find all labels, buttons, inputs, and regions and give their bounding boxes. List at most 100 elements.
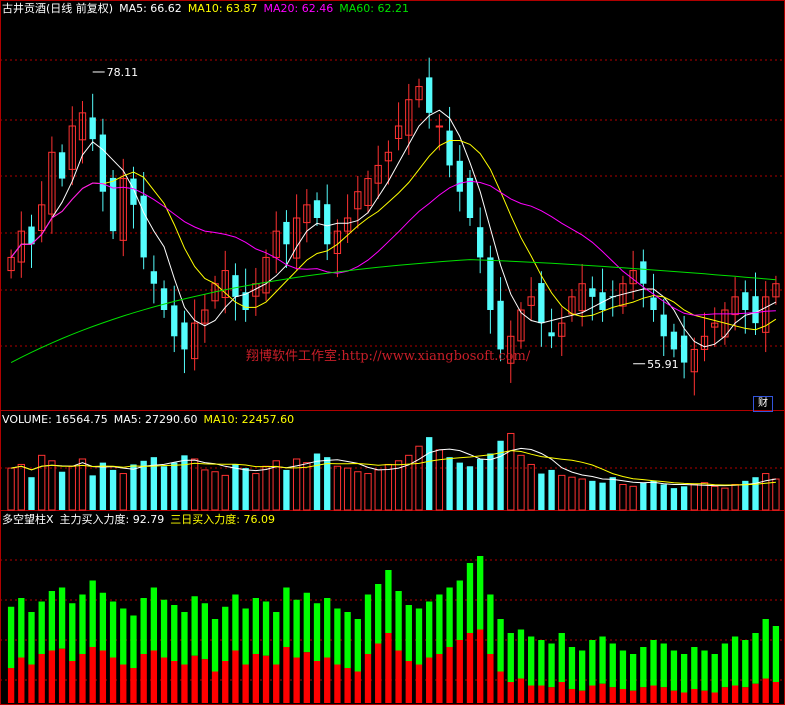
indicator-green-bar — [160, 599, 168, 658]
indicator-red-bar — [211, 671, 219, 703]
volume-header: VOLUME: 16564.75 MA5: 27290.60 MA10: 22457… — [2, 413, 300, 427]
volume-bar — [7, 467, 15, 511]
indicator-red-bar — [283, 647, 290, 703]
indicator-green-bar — [762, 619, 769, 679]
indicator-green-bar — [38, 601, 45, 654]
candle-body — [589, 288, 596, 297]
candle-body — [497, 300, 504, 350]
indicator-green-bar — [211, 619, 219, 672]
candle-body — [538, 283, 545, 324]
indicator-red-bar — [619, 689, 627, 703]
indicator-red-bar — [252, 654, 259, 703]
indicator-green-bar — [130, 615, 137, 668]
indicator-red-bar — [385, 633, 392, 703]
volume-bar — [38, 454, 46, 511]
indicator-green-bar — [354, 619, 361, 672]
indicator-green-bar — [731, 636, 739, 686]
indicator-green-bar — [334, 608, 341, 665]
indicator-red-bar — [680, 692, 688, 703]
indicator-green-bar — [140, 598, 147, 654]
indicator-green-bar — [721, 643, 729, 688]
indicator-red-bar — [28, 664, 35, 703]
candle-body — [640, 261, 647, 284]
volume-bar — [589, 480, 596, 510]
volume-bar — [680, 486, 688, 510]
indicator-green-bar — [242, 608, 249, 665]
volume-bar — [181, 455, 188, 510]
indicator-green-bar — [262, 601, 270, 656]
indicator-red-bar — [262, 655, 270, 703]
indicator-red-bar — [232, 650, 239, 703]
ma60-label: MA60: 62.21 — [339, 2, 409, 15]
volume-bar — [507, 432, 515, 511]
candle-body — [680, 335, 688, 363]
volume-bar — [354, 471, 362, 511]
indicator-green-bar — [568, 647, 576, 689]
volume-bar — [721, 487, 729, 511]
indicator-green-bar — [680, 654, 688, 693]
volume-bar — [343, 467, 352, 511]
indicator-red-bar — [731, 685, 739, 703]
indicator-red-bar — [477, 629, 484, 703]
indicator-green-bar — [191, 596, 198, 656]
indicator-red-bar — [130, 668, 137, 703]
volume-bar — [690, 483, 698, 511]
indicator-green-bar — [344, 612, 351, 668]
indicator-red-bar — [375, 643, 382, 703]
volume-bar — [578, 478, 586, 511]
volume-bar — [609, 477, 616, 510]
volume-bar — [303, 462, 311, 511]
indicator-red-bar — [7, 668, 15, 703]
indicator-red-bar — [222, 661, 229, 703]
indicator-green-bar — [303, 592, 310, 653]
indicator-green-bar — [181, 612, 188, 665]
finance-badge[interactable]: 财 — [753, 396, 773, 412]
candle-body — [446, 130, 453, 166]
indicator-red-bar — [293, 657, 300, 703]
volume-bar — [700, 482, 709, 511]
indicator-red-bar — [538, 685, 545, 703]
indicator-green-bar — [548, 643, 555, 688]
indicator-green-bar — [364, 594, 372, 654]
indicator-green-bar — [7, 606, 15, 668]
volume-bar — [731, 483, 739, 511]
candle-body — [232, 275, 239, 297]
indicator-red-bar — [721, 687, 729, 703]
volume-bar — [140, 460, 147, 510]
indicator-red-bar — [344, 668, 351, 703]
indicator-green-bar — [99, 592, 107, 651]
volume-bar — [466, 466, 474, 510]
volume-bar — [221, 474, 229, 511]
volume-bar — [619, 483, 627, 511]
volume-bar — [68, 465, 76, 511]
indicator-red-bar — [517, 678, 525, 703]
indicator-red-bar — [609, 687, 616, 703]
indicator-red-bar — [650, 685, 657, 703]
indicator-red-bar — [456, 640, 463, 703]
indicator-red-bar — [528, 685, 535, 703]
indicator-green-bar — [89, 580, 96, 647]
volume-bar — [242, 468, 249, 510]
indicator-red-bar — [752, 683, 759, 703]
indicator-red-bar — [120, 664, 127, 703]
volume-bar — [517, 454, 525, 511]
indicator-green-bar — [109, 601, 117, 658]
volume-bar — [364, 473, 372, 511]
candle-body — [324, 204, 331, 245]
candle-body — [742, 292, 749, 310]
indicator-red-bar — [772, 682, 780, 703]
indicator-green-bar — [487, 594, 494, 654]
indicator-green-bar — [69, 603, 76, 661]
indicator-red-bar — [48, 650, 56, 703]
main-force-label: 主力买入力度: 92.79 — [59, 513, 165, 526]
indicator-red-bar — [181, 664, 188, 703]
candle-body — [58, 152, 66, 179]
indicator-red-bar — [629, 690, 637, 703]
low-marker-label: 55.91 — [647, 358, 679, 371]
indicator-green-bar — [252, 598, 259, 654]
indicator-red-bar — [18, 657, 25, 703]
indicator-green-bar — [385, 570, 392, 633]
indicator-green-bar — [578, 650, 586, 691]
indicator-green-bar — [558, 633, 565, 682]
candle-body — [487, 257, 494, 310]
